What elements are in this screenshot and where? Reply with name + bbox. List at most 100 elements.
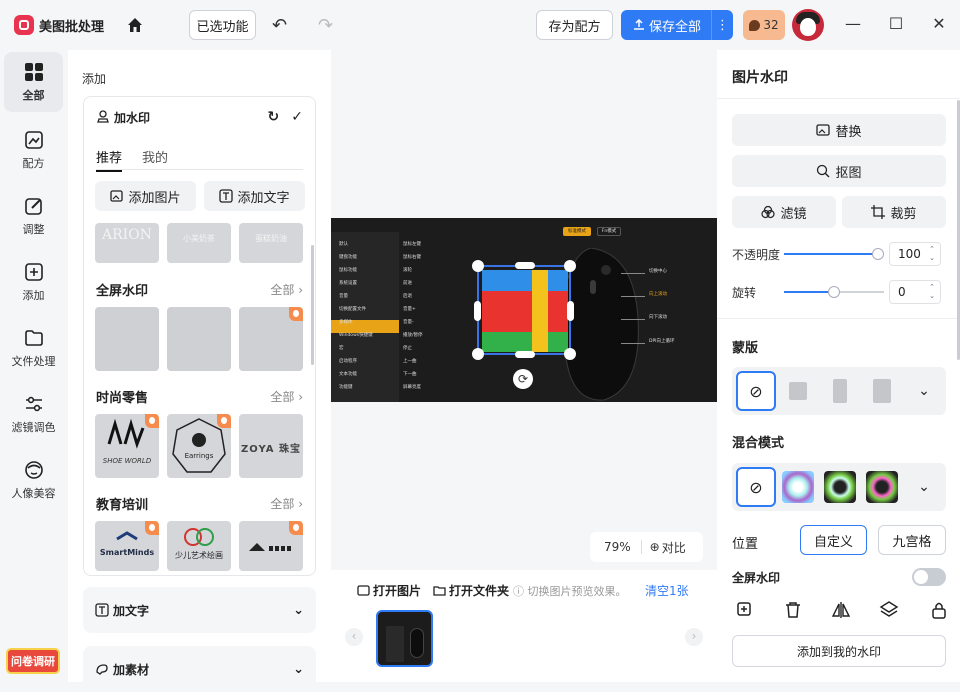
resize-handle[interactable] <box>515 262 535 269</box>
image-thumbnail[interactable] <box>376 610 433 667</box>
watermark-card-header[interactable]: 加水印 ↻ ✓ <box>84 97 315 137</box>
image-preview[interactable]: 默认 键盘功能 鼠标功能 系统设置 音量 切换配置文件 多媒体 Windows快捷键宏启动程序… <box>331 218 717 402</box>
section-more-retail[interactable]: 全部 › <box>270 388 303 405</box>
nav-item-portrait[interactable]: 人像美容 <box>4 450 63 510</box>
panel-scrollbar[interactable] <box>311 245 314 365</box>
resize-handle[interactable] <box>567 301 574 321</box>
watermark-thumb[interactable] <box>239 521 303 571</box>
resize-handle[interactable] <box>472 348 484 360</box>
mask-tall-option[interactable] <box>820 371 860 411</box>
resize-handle[interactable] <box>472 260 484 272</box>
watermark-thumb[interactable] <box>239 307 303 371</box>
fullscreen-watermark-toggle[interactable] <box>912 568 946 586</box>
replace-button[interactable]: 替换 <box>732 114 946 146</box>
nav-item-files[interactable]: 文件处理 <box>4 318 63 378</box>
watermark-thumb[interactable] <box>167 307 231 371</box>
nav-item-add[interactable]: 添加 <box>4 252 63 312</box>
mask-expand-icon[interactable]: ⌄ <box>904 371 944 411</box>
resize-handle[interactable] <box>564 260 576 272</box>
redo-icon[interactable]: ↷ <box>318 15 333 36</box>
home-icon[interactable] <box>126 16 144 34</box>
resize-handle[interactable] <box>564 348 576 360</box>
add-material-card[interactable]: 加素材 ⌄ <box>83 646 316 692</box>
watermark-thumb[interactable]: ARION <box>95 223 159 263</box>
mask-wide-option[interactable] <box>862 371 902 411</box>
filter-button[interactable]: 滤镜 <box>732 196 836 228</box>
mask-square-option[interactable] <box>778 371 818 411</box>
open-folder-button[interactable]: 打开文件夹 <box>433 582 509 599</box>
cutout-button[interactable]: 抠图 <box>732 155 946 187</box>
opacity-slider-handle[interactable] <box>872 248 884 260</box>
resize-handle[interactable] <box>515 351 535 358</box>
rotate-slider-handle[interactable] <box>828 286 840 298</box>
flip-icon[interactable] <box>831 600 851 620</box>
stepper-icon[interactable]: ⌃ ⌄ <box>929 283 935 301</box>
watermark-thumb[interactable]: SmartMinds <box>95 521 159 571</box>
add-to-my-watermark-button[interactable]: 添加到我的水印 <box>732 635 946 667</box>
minimize-icon[interactable]: — <box>843 14 863 33</box>
watermark-thumb[interactable]: 小美奶茶 <box>167 223 231 263</box>
nav-label: 配方 <box>22 156 45 170</box>
clear-button[interactable]: 清空1张 <box>645 582 689 599</box>
opacity-input[interactable]: 100 ⌃ ⌄ <box>889 242 941 266</box>
nav-label: 全部 <box>22 88 45 102</box>
rotate-icon[interactable]: ⟳ <box>513 369 533 389</box>
coin-balance[interactable]: 32 <box>743 10 785 40</box>
delete-icon[interactable] <box>783 600 803 620</box>
blend-option-2[interactable] <box>820 467 860 507</box>
compare-button[interactable]: 对比 <box>662 539 686 556</box>
next-icon[interactable]: › <box>685 628 703 646</box>
grid9-position-button[interactable]: 九宫格 <box>878 525 946 555</box>
undo-icon[interactable]: ↶ <box>272 15 287 36</box>
section-more-fullscreen[interactable]: 全部 › <box>270 281 303 298</box>
zoom-level[interactable]: 79% <box>604 540 631 554</box>
grid-icon <box>24 62 43 81</box>
check-icon[interactable]: ✓ <box>291 109 303 125</box>
custom-position-button[interactable]: 自定义 <box>800 525 867 555</box>
rotate-slider[interactable] <box>784 286 884 298</box>
section-more-education[interactable]: 全部 › <box>270 495 303 512</box>
reset-icon[interactable]: ↻ <box>268 109 280 125</box>
duplicate-icon[interactable] <box>735 600 755 620</box>
add-image-button[interactable]: 添加图片 <box>95 181 196 211</box>
apple-logo-icon <box>184 528 214 546</box>
rotate-input[interactable]: 0 ⌃ ⌄ <box>889 280 941 304</box>
blend-expand-icon[interactable]: ⌄ <box>904 467 944 507</box>
nav-item-adjust[interactable]: 调整 <box>4 186 63 246</box>
maximize-icon[interactable]: ☐ <box>886 14 906 33</box>
preview-menu-item: 音量+ <box>403 307 416 312</box>
callout-label: 向下滚动 <box>649 315 667 320</box>
save-all-button[interactable]: 保存全部 ⋮ <box>621 10 733 40</box>
watermark-thumb[interactable]: 蛋糕奶油 <box>239 223 303 263</box>
watermark-thumb[interactable]: SHOE WORLD <box>95 414 159 478</box>
stepper-icon[interactable]: ⌃ ⌄ <box>929 245 935 263</box>
watermark-thumb[interactable]: ZOYA 珠宝 <box>239 414 303 478</box>
nav-item-filter[interactable]: 滤镜调色 <box>4 384 63 444</box>
blend-option-3[interactable] <box>862 467 902 507</box>
watermark-thumb[interactable]: Earrings <box>167 414 231 478</box>
close-icon[interactable]: ✕ <box>929 14 949 33</box>
add-text-button[interactable]: 添加文字 <box>204 181 305 211</box>
lock-icon[interactable] <box>929 600 949 620</box>
watermark-thumb[interactable] <box>95 307 159 371</box>
watermark-thumb[interactable]: 少儿艺术绘画 <box>167 521 231 571</box>
open-image-button[interactable]: 打开图片 <box>357 582 421 599</box>
prev-icon[interactable]: ‹ <box>345 628 363 646</box>
avatar[interactable] <box>792 9 824 41</box>
mask-none-option[interactable]: ⊘ <box>736 371 776 411</box>
add-text-card[interactable]: 加文字 ⌄ <box>83 587 316 633</box>
watermark-selection[interactable] <box>472 260 576 360</box>
layers-icon[interactable] <box>879 600 899 620</box>
blend-none-option[interactable]: ⊘ <box>736 467 776 507</box>
preview-menu-item: 系统设置 <box>339 281 357 286</box>
save-more-icon[interactable]: ⋮ <box>711 10 733 40</box>
blend-option-1[interactable] <box>778 467 818 507</box>
crop-button[interactable]: 裁剪 <box>842 196 946 228</box>
nav-item-all[interactable]: 全部 <box>4 52 63 112</box>
resize-handle[interactable] <box>474 301 481 321</box>
survey-button[interactable]: 问卷调研 <box>6 648 60 674</box>
nav-item-recipe[interactable]: 配方 <box>4 120 63 180</box>
opacity-slider[interactable] <box>784 248 884 260</box>
save-recipe-button[interactable]: 存为配方 <box>536 10 613 40</box>
selected-features-button[interactable]: 已选功能 <box>189 10 256 40</box>
